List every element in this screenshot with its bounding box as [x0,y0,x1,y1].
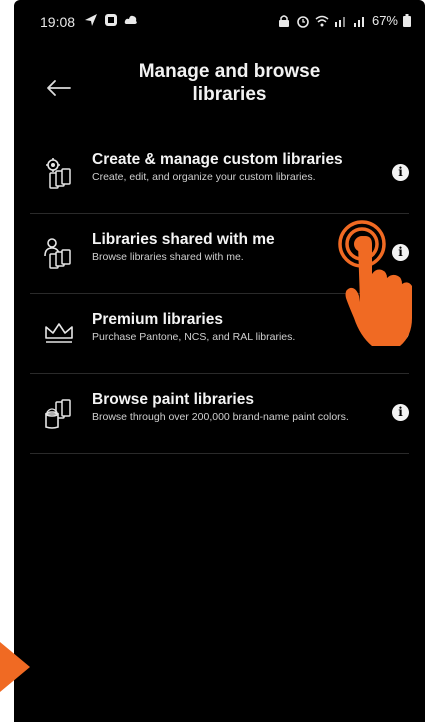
page-title-line2: libraries [192,84,267,105]
battery-icon [403,14,411,27]
gear-library-icon [46,158,71,189]
notification-icons [84,13,138,27]
system-status-icons: 67% [277,13,411,28]
navigation-arrow-icon [85,14,97,26]
info-icon[interactable]: i [392,164,409,181]
alarm-icon [297,15,309,28]
arrow-left-icon[interactable] [44,78,72,98]
page-title: Manage and browse libraries [104,60,355,106]
list-item-title: Browse paint libraries [92,391,254,408]
info-icon[interactable]: i [392,404,409,421]
signal-strength-icon [353,16,364,27]
list-item-custom-libraries[interactable]: Create & manage custom libraries Create,… [30,134,409,214]
status-bar: 19:08 67% [14,0,425,40]
list-item-title: Premium libraries [92,311,223,328]
tap-gesture-icon [338,220,412,346]
list-item-title: Libraries shared with me [92,231,275,248]
paint-can-library-icon [45,399,71,429]
app-screen: 19:08 67% Manage and browse libraries Cr… [14,0,425,722]
person-library-icon [44,238,71,269]
list-item-subtitle: Browse through over 200,000 brand-name p… [92,411,349,423]
volte-signal-icon [334,16,345,27]
page-title-line1: Manage and browse [138,61,321,82]
list-item-subtitle: Browse libraries shared with me. [92,251,244,263]
play-triangle-icon [0,642,30,692]
list-item-paint-libraries[interactable]: Browse paint libraries Browse through ov… [30,374,409,454]
battery-percentage: 67% [371,13,398,28]
cloud-icon [124,15,137,24]
list-item-title: Create & manage custom libraries [92,151,343,168]
status-time: 19:08 [40,14,76,30]
app-notification-icon [105,14,117,26]
list-item-subtitle: Create, edit, and organize your custom l… [92,171,316,183]
list-item-subtitle: Purchase Pantone, NCS, and RAL libraries… [92,331,296,343]
lock-icon [278,14,289,27]
wifi-icon [315,15,329,26]
crown-icon [45,323,73,343]
